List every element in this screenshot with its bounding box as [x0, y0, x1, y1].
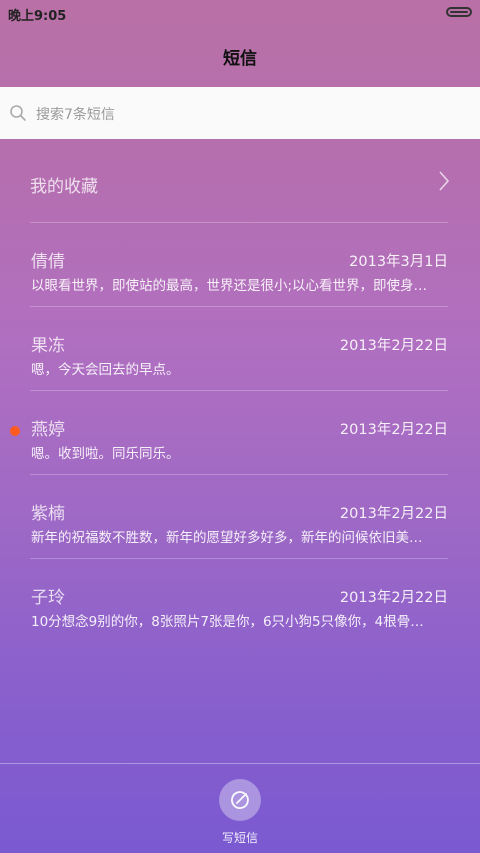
chevron-right-icon	[439, 171, 450, 191]
favorites-row[interactable]: 我的收藏	[30, 158, 450, 206]
compose-icon	[231, 791, 249, 809]
status-bar: 晚上9:05	[0, 0, 480, 26]
status-time: 晚上9:05	[8, 9, 67, 24]
message-row[interactable]: 紫楠 2013年2月22日 新年的祝福数不胜数，新年的愿望好多好多，新年的问候依…	[0, 499, 480, 583]
divider	[30, 390, 448, 391]
message-row[interactable]: 倩倩 2013年3月1日 以眼看世界，即使站的最高，世界还是很小;以心看世界，即…	[0, 247, 480, 331]
compose-button[interactable]	[219, 779, 261, 821]
message-row[interactable]: 子玲 2013年2月22日 10分想念9别的你，8张照片7张是你，6只小狗5只像…	[0, 583, 480, 667]
battery-icon	[446, 7, 472, 17]
message-date: 2013年2月22日	[339, 506, 448, 522]
message-date: 2013年2月22日	[339, 590, 448, 606]
message-preview: 新年的祝福数不胜数，新年的愿望好多好多，新年的问候依旧美…	[31, 530, 423, 546]
message-date: 2013年3月1日	[349, 254, 448, 270]
message-sender: 紫楠	[31, 504, 65, 524]
search-input[interactable]: 搜索7条短信	[36, 104, 115, 124]
page-title: 短信	[223, 48, 257, 69]
message-sender: 燕婷	[31, 420, 65, 440]
search-icon	[10, 105, 26, 121]
message-preview: 嗯，今天会回去的早点。	[31, 362, 180, 378]
message-row[interactable]: 果冻 2013年2月22日 嗯，今天会回去的早点。	[0, 331, 480, 415]
title-bar: 短信	[0, 26, 480, 86]
bottom-divider	[0, 763, 480, 764]
divider	[30, 222, 448, 223]
message-date: 2013年2月22日	[339, 338, 448, 354]
search-bar[interactable]: 搜索7条短信	[0, 87, 480, 139]
message-preview: 10分想念9别的你，8张照片7张是你，6只小狗5只像你，4根骨…	[31, 614, 424, 630]
divider	[30, 474, 448, 475]
favorites-label: 我的收藏	[30, 177, 98, 197]
message-row[interactable]: 燕婷 2013年2月22日 嗯。收到啦。同乐同乐。	[0, 415, 480, 499]
divider	[30, 558, 448, 559]
message-date: 2013年2月22日	[339, 422, 448, 438]
unread-indicator	[10, 426, 20, 436]
message-preview: 以眼看世界，即使站的最高，世界还是很小;以心看世界，即使身…	[31, 278, 428, 294]
message-sender: 子玲	[31, 588, 65, 608]
message-preview: 嗯。收到啦。同乐同乐。	[31, 446, 180, 462]
message-sender: 倩倩	[31, 252, 65, 272]
divider	[30, 306, 448, 307]
compose-label: 写短信	[221, 831, 258, 845]
message-sender: 果冻	[31, 336, 65, 356]
